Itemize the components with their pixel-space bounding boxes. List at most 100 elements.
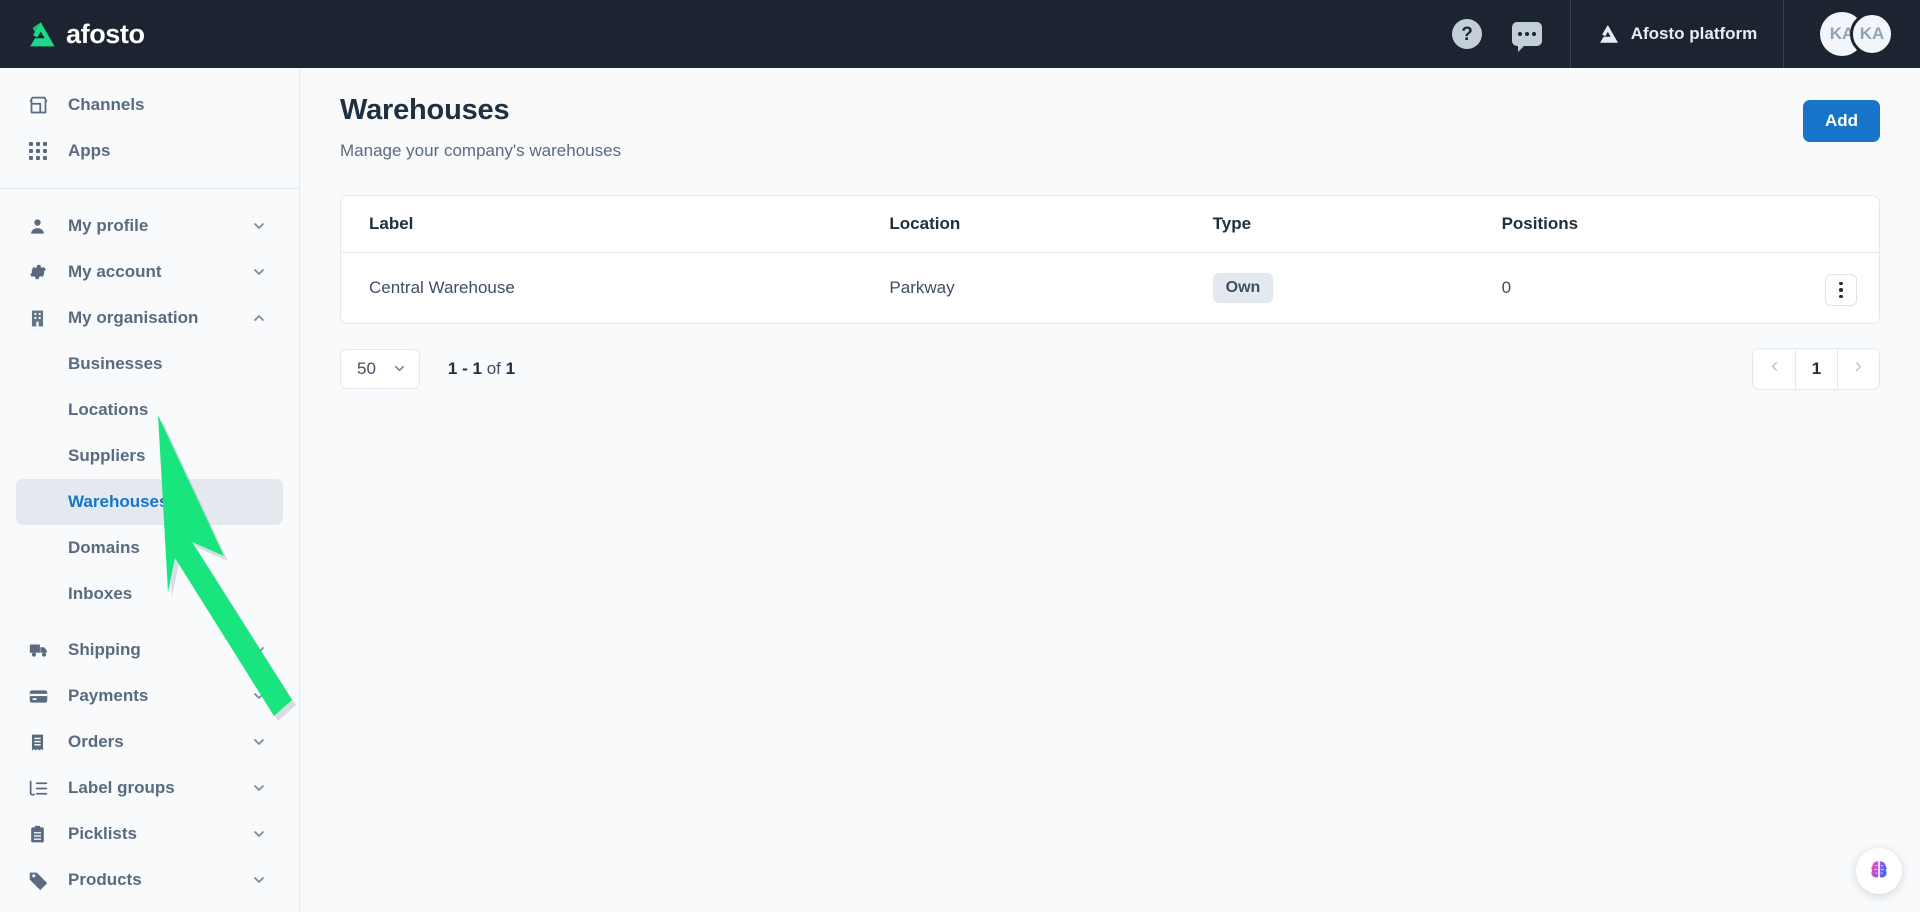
label-list-icon <box>28 777 54 799</box>
range-total: 1 <box>505 358 516 378</box>
sidebar-item-apps[interactable]: Apps <box>16 128 283 174</box>
afosto-triangle-icon <box>1599 24 1618 43</box>
platform-switcher[interactable]: Afosto platform <box>1570 0 1784 68</box>
receipt-icon <box>28 731 54 753</box>
sidebar-item-shipping[interactable]: Shipping <box>16 627 283 673</box>
sidebar-item-locations[interactable]: Locations <box>16 387 283 433</box>
gear-icon <box>28 261 54 283</box>
credit-card-icon <box>28 685 54 707</box>
sidebar-item-label: Domains <box>68 538 140 557</box>
pagination-controls: 1 <box>1752 347 1880 390</box>
sidebar-item-label: Orders <box>68 732 124 751</box>
sidebar-item-payments[interactable]: Payments <box>16 673 283 719</box>
table-body: Central Warehouse Parkway Own 0 <box>341 252 1879 323</box>
sidebar-item-label: Warehouses <box>68 492 169 511</box>
sidebar-item-channels[interactable]: Channels <box>16 82 283 128</box>
chat-button[interactable] <box>1510 17 1544 52</box>
help-button[interactable]: ? <box>1450 17 1484 51</box>
column-header-actions <box>1825 196 1879 253</box>
range-of-word: of <box>486 358 501 378</box>
user-icon <box>28 215 54 237</box>
chevron-down-icon[interactable] <box>251 264 267 280</box>
help-glyph: ? <box>1461 23 1473 45</box>
sidebar-item-label: My account <box>68 262 162 281</box>
sidebar-item-label: Businesses <box>68 354 163 373</box>
chevron-down-icon[interactable] <box>251 780 267 796</box>
chevron-down-icon[interactable] <box>251 642 267 658</box>
grid-apps-icon <box>28 140 54 162</box>
cell-actions <box>1825 252 1879 323</box>
sidebar-item-my-profile[interactable]: My profile <box>16 203 283 249</box>
sidebar-item-businesses[interactable]: Businesses <box>16 341 283 387</box>
range-from: 1 <box>447 358 458 378</box>
status-badge: Own <box>1212 272 1274 303</box>
range-to: 1 <box>472 358 482 378</box>
brain-assistant-icon <box>1871 861 1887 878</box>
sidebar-item-label: My organisation <box>68 308 199 327</box>
sidebar-item-label: Shipping <box>68 640 141 659</box>
afosto-triangle-logo-icon <box>30 21 55 46</box>
sidebar-item-developers[interactable]: Developers <box>16 903 283 912</box>
warehouses-table-card: Label Location Type Positions Central Wa… <box>340 195 1880 324</box>
sidebar-group-top: Channels Apps <box>0 68 299 188</box>
chevron-up-icon[interactable] <box>251 310 267 326</box>
sidebar-item-picklists[interactable]: Picklists <box>16 811 283 857</box>
sidebar-item-label: Suppliers <box>68 446 146 465</box>
brand-logo[interactable]: afosto <box>0 0 300 68</box>
result-range: 1 - 1 of 1 <box>447 358 516 378</box>
sidebar-item-label: My profile <box>68 216 149 235</box>
per-page-value: 50 <box>357 358 376 378</box>
per-page-select[interactable]: 50 <box>340 348 420 389</box>
cell-positions: 0 <box>1501 252 1825 323</box>
sidebar-item-warehouses[interactable]: Warehouses <box>16 479 283 525</box>
chevron-down-icon[interactable] <box>251 734 267 750</box>
chevron-left-icon <box>1767 359 1782 379</box>
sidebar-item-label: Locations <box>68 400 149 419</box>
previous-page-button[interactable] <box>1753 348 1795 389</box>
page-header: Warehouses Manage your company's warehou… <box>340 94 1880 161</box>
ai-assistant-button[interactable] <box>1856 848 1902 894</box>
column-header-positions: Positions <box>1501 196 1825 253</box>
sidebar-item-my-organisation[interactable]: My organisation <box>16 295 283 341</box>
kebab-menu-icon[interactable] <box>1825 273 1857 306</box>
column-header-type: Type <box>1212 196 1502 253</box>
chevron-down-icon[interactable] <box>251 826 267 842</box>
cell-location: Parkway <box>889 252 1213 323</box>
chevron-right-icon <box>1851 359 1866 379</box>
page-number-button[interactable]: 1 <box>1795 348 1837 389</box>
truck-icon <box>28 639 54 661</box>
sidebar-item-orders[interactable]: Orders <box>16 719 283 765</box>
sidebar-item-my-account[interactable]: My account <box>16 249 283 295</box>
top-bar: afosto ? Afosto platform KA KA <box>0 0 1920 68</box>
chevron-down-icon[interactable] <box>251 688 267 704</box>
sidebar-item-label: Apps <box>68 141 111 160</box>
cell-label: Central Warehouse <box>341 252 890 323</box>
sidebar-item-products[interactable]: Products <box>16 857 283 903</box>
sidebar-item-domains[interactable]: Domains <box>16 525 283 571</box>
storefront-icon <box>28 94 54 116</box>
avatar-secondary[interactable]: KA <box>1850 12 1894 56</box>
sidebar-item-label: Inboxes <box>68 584 133 603</box>
sidebar-item-label: Picklists <box>68 824 137 843</box>
sidebar-item-label: Label groups <box>68 778 175 797</box>
next-page-button[interactable] <box>1837 348 1879 389</box>
building-icon <box>28 307 54 329</box>
sidebar-item-label: Payments <box>68 686 149 705</box>
table-header-row: Label Location Type Positions <box>341 196 1879 253</box>
sidebar-item-label-groups[interactable]: Label groups <box>16 765 283 811</box>
table-row[interactable]: Central Warehouse Parkway Own 0 <box>341 252 1879 323</box>
sidebar-item-suppliers[interactable]: Suppliers <box>16 433 283 479</box>
brand-name: afosto <box>66 18 145 49</box>
chevron-down-icon[interactable] <box>251 872 267 888</box>
page-title: Warehouses <box>340 94 510 126</box>
chevron-down-icon <box>392 361 407 376</box>
add-button[interactable]: Add <box>1802 100 1880 142</box>
pagination-bar: 50 1 - 1 of 1 1 <box>340 347 1880 390</box>
platform-label: Afosto platform <box>1630 24 1758 43</box>
cell-type: Own <box>1212 252 1502 323</box>
clipboard-icon <box>28 823 54 845</box>
chevron-down-icon[interactable] <box>251 218 267 234</box>
page-header-text: Warehouses Manage your company's warehou… <box>340 94 621 161</box>
sidebar: Channels Apps My profile My account My o… <box>0 68 300 912</box>
sidebar-item-inboxes[interactable]: Inboxes <box>16 571 283 617</box>
